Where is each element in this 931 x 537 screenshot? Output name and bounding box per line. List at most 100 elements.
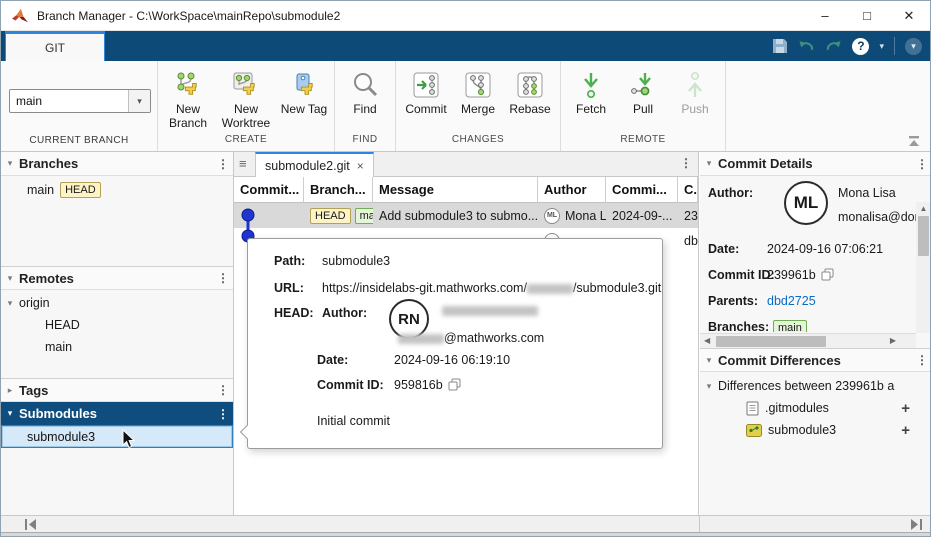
column-header-commit-id[interactable]: C... [678,177,698,202]
minimize-button[interactable]: – [804,1,846,30]
undo-icon[interactable] [798,39,815,53]
new-branch-button[interactable]: New Branch [162,66,214,130]
vertical-scrollbar[interactable]: ▲ ▼ [916,202,931,333]
horizontal-scrollbar[interactable]: ◀ ▶ [700,333,916,348]
collapse-icon[interactable]: ▾ [700,158,718,169]
column-header-author[interactable]: Author [538,177,606,202]
file-icon [746,401,759,416]
submodule-item-submodule3[interactable]: submodule3 [1,425,233,448]
push-button[interactable]: Push [669,66,721,116]
document-bar-icon[interactable]: ≡ [239,156,247,171]
commit-details-header[interactable]: ▾ Commit Details ⋮ [700,152,931,176]
branch-cell: HEAD mai [304,203,373,228]
collapse-icon[interactable]: ▾ [1,408,19,419]
url-prefix: https://insidelabs-git.mathworks.com/ [322,281,527,295]
redo-icon[interactable] [825,39,842,53]
column-header-commit-graph[interactable]: Commit... [234,177,304,202]
collapse-icon[interactable]: ▾ [1,298,19,309]
merge-button[interactable]: Merge [452,66,504,116]
ribbon-group-find: Find FIND [334,61,395,151]
help-icon[interactable]: ? [852,38,869,55]
close-button[interactable]: ✕ [888,1,930,30]
tags-kebab-icon[interactable]: ⋮ [213,383,233,397]
collapse-icon[interactable]: ▾ [1,273,19,284]
added-file-icon: + [901,400,910,417]
combobox-caret-icon[interactable]: ▾ [128,90,150,112]
collapse-icon[interactable]: ▾ [700,355,718,366]
rebase-button[interactable]: Rebase [504,66,556,116]
collapse-icon[interactable]: ▾ [1,158,19,169]
quick-access-dropdown-icon[interactable]: ▾ [905,38,922,55]
remote-item-origin[interactable]: ▾ origin [1,292,233,314]
path-value: submodule3 [322,254,390,268]
commit-details-kebab-icon[interactable]: ⋮ [912,157,931,171]
diff-file-submodule3[interactable]: submodule3 + [700,419,931,441]
save-icon[interactable] [772,38,788,54]
document-kebab-icon[interactable]: ⋮ [680,156,692,170]
commit-id-cell: 239 [678,203,698,228]
submodules-panel-title: Submodules [19,406,213,421]
head-badge: HEAD [310,208,351,224]
differences-root-node[interactable]: ▾ Differences between 239961b a [700,375,931,397]
collapse-left-panel-icon[interactable] [25,519,37,530]
new-worktree-button[interactable]: New Worktree [214,66,278,130]
remote-branch-main[interactable]: main [1,336,233,358]
submodule-name: submodule3 [27,430,95,444]
tags-panel-header[interactable]: ▸ Tags ⋮ [1,378,233,402]
diff-file-gitmodules[interactable]: .gitmodules + [700,397,931,419]
ribbon-group-changes: Commit M [395,61,560,151]
commit-id-label: Commit ID: [317,378,384,392]
tab-git[interactable]: GIT [5,31,105,61]
branch-item-main[interactable]: main HEAD [1,176,233,198]
close-tab-icon[interactable]: × [357,159,364,173]
new-tag-button[interactable]: New Tag [278,66,330,116]
collapse-icon[interactable]: ▾ [700,381,718,392]
commit-button[interactable]: Commit [400,66,452,116]
scrollbar-thumb[interactable] [716,336,826,347]
redacted-author-name [442,303,538,317]
submodules-kebab-icon[interactable]: ⋮ [213,407,233,421]
commit-id-label: Commit ID: [708,268,775,282]
column-header-commit-date[interactable]: Commi... [606,177,678,202]
remote-branch-name: main [45,340,72,354]
commit-differences-kebab-icon[interactable]: ⋮ [912,353,931,367]
branch-manager-window: Branch Manager - C:\WorkSpace\mainRepo\s… [0,0,931,537]
branches-panel-header[interactable]: ▾ Branches ⋮ [1,152,233,176]
parent-commit-link[interactable]: dbd2725 [767,294,816,308]
commit-details-body: Author: ML Mona Lisa monalisa@don Date: … [700,176,931,333]
branches-kebab-icon[interactable]: ⋮ [213,157,233,171]
remote-branch-head[interactable]: HEAD [1,314,233,336]
column-header-branch[interactable]: Branch... [304,177,373,202]
bottom-bar-divider [699,516,700,532]
find-button[interactable]: Find [339,66,391,116]
help-dropdown-icon[interactable]: ▾ [879,41,884,52]
branches-panel-title: Branches [19,156,213,171]
branches-row-clipped: Branches: main [700,320,910,332]
submodules-panel-header[interactable]: ▾ Submodules ⋮ [1,402,233,425]
scrollbar-thumb[interactable] [918,216,929,256]
scroll-right-icon[interactable]: ▶ [890,336,896,345]
column-header-message[interactable]: Message [373,177,538,202]
scroll-up-icon[interactable]: ▲ [916,204,931,213]
table-row[interactable]: HEAD mai Add submodule3 to submo... ML M… [234,203,698,228]
pull-button[interactable]: Pull [617,66,669,116]
scroll-left-icon[interactable]: ◀ [704,336,710,345]
copy-icon[interactable] [821,268,834,281]
remotes-kebab-icon[interactable]: ⋮ [213,271,233,285]
commit-icon [411,68,441,102]
rebase-icon [515,68,545,102]
commit-id-value: 239961b [767,268,834,282]
commit-differences-title: Commit Differences [718,353,912,368]
maximize-button[interactable]: □ [846,1,888,30]
message-cell: Add submodule3 to submo... [373,203,538,228]
copy-icon[interactable] [448,378,461,391]
collapsed-icon[interactable]: ▸ [1,385,19,396]
collapse-right-panel-icon[interactable] [910,519,922,530]
remotes-panel-header[interactable]: ▾ Remotes ⋮ [1,266,233,290]
commit-differences-header[interactable]: ▾ Commit Differences ⋮ [700,348,931,372]
document-tab-label: submodule2.git [265,159,350,173]
fetch-button[interactable]: Fetch [565,66,617,116]
tab-submodule2-git[interactable]: submodule2.git × [255,152,374,177]
current-branch-combobox[interactable]: main ▾ [9,89,151,113]
collapse-ribbon-icon[interactable] [906,135,922,147]
